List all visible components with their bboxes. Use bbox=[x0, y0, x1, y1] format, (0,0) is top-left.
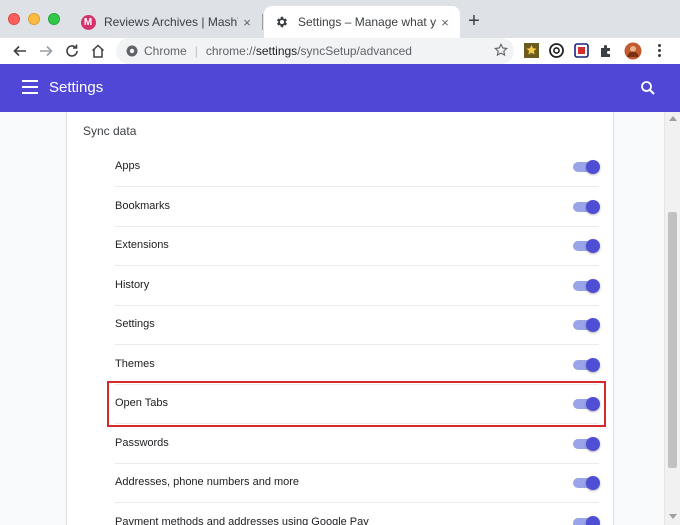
sync-item-label: Apps bbox=[115, 160, 141, 172]
omnibox-divider: | bbox=[194, 44, 198, 58]
browser-toolbar: Chrome | chrome://settings/syncSetup/adv… bbox=[0, 38, 680, 64]
tab-settings[interactable]: Settings – Manage what you sync × bbox=[264, 6, 460, 38]
mashtips-logo-icon: M bbox=[80, 14, 96, 30]
tab-strip: M Reviews Archives | MashTips × Settings… bbox=[0, 0, 680, 38]
extensions-puzzle-icon[interactable] bbox=[598, 42, 615, 59]
section-title: Sync data bbox=[83, 124, 137, 138]
bookmarks-toggle[interactable] bbox=[573, 200, 600, 214]
sync-item-label: History bbox=[115, 279, 150, 291]
apps-toggle[interactable] bbox=[573, 160, 600, 174]
sync-data-card: Sync data Apps Bookmarks Extensions Hist… bbox=[66, 112, 614, 525]
extension-star-icon[interactable] bbox=[523, 42, 540, 59]
close-tab-icon[interactable]: × bbox=[238, 15, 256, 30]
open-tabs-highlight-box bbox=[107, 381, 606, 427]
passwords-toggle[interactable] bbox=[573, 437, 600, 451]
chrome-logo-icon bbox=[126, 45, 138, 57]
new-tab-button[interactable]: + bbox=[462, 9, 486, 33]
tab-mashtips[interactable]: M Reviews Archives | MashTips × bbox=[70, 6, 262, 38]
tab-title: Reviews Archives | MashTips bbox=[104, 15, 238, 29]
history-toggle[interactable] bbox=[573, 279, 600, 293]
scroll-down-icon[interactable] bbox=[669, 514, 677, 519]
sync-item-label: Extensions bbox=[115, 239, 169, 251]
sync-item-label: Payment methods and addresses using Goog… bbox=[115, 516, 369, 525]
extensions-toggle[interactable] bbox=[573, 239, 600, 253]
reload-icon bbox=[66, 44, 78, 57]
sync-item-history: History bbox=[115, 266, 600, 306]
addresses-toggle[interactable] bbox=[573, 476, 600, 490]
sync-item-passwords: Passwords bbox=[115, 424, 600, 464]
sync-item-addresses: Addresses, phone numbers and more bbox=[115, 463, 600, 503]
minimize-window-button[interactable] bbox=[28, 13, 40, 25]
tab-title: Settings – Manage what you sync bbox=[298, 15, 436, 29]
sync-item-bookmarks: Bookmarks bbox=[115, 187, 600, 227]
forward-button[interactable] bbox=[36, 41, 56, 61]
avatar[interactable] bbox=[624, 42, 642, 60]
themes-toggle[interactable] bbox=[573, 358, 600, 372]
settings-app-bar: Settings bbox=[0, 64, 680, 112]
extension-circle-icon[interactable] bbox=[548, 42, 565, 59]
sync-item-apps: Apps bbox=[115, 147, 600, 187]
gear-icon bbox=[274, 14, 290, 30]
payment-methods-toggle[interactable] bbox=[573, 516, 600, 525]
extension-pocket-icon[interactable] bbox=[573, 42, 590, 59]
back-button[interactable] bbox=[10, 41, 30, 61]
scrollbar-thumb[interactable] bbox=[668, 212, 677, 468]
sync-item-label: Passwords bbox=[115, 437, 169, 449]
page-title: Settings bbox=[49, 79, 104, 96]
arrow-left-icon bbox=[13, 45, 26, 57]
home-icon bbox=[91, 44, 105, 58]
sync-item-label: Addresses, phone numbers and more bbox=[115, 476, 300, 488]
scroll-up-icon[interactable] bbox=[669, 116, 677, 121]
reload-button[interactable] bbox=[62, 41, 82, 61]
site-label: Chrome bbox=[144, 44, 187, 58]
tab-separator bbox=[262, 14, 263, 30]
home-button[interactable] bbox=[88, 41, 108, 61]
sync-item-payment-methods: Payment methods and addresses using Goog… bbox=[115, 503, 600, 525]
sync-item-extensions: Extensions bbox=[115, 226, 600, 266]
bookmark-star-icon[interactable] bbox=[494, 42, 508, 60]
sync-item-themes: Themes bbox=[115, 345, 600, 385]
close-window-button[interactable] bbox=[8, 13, 20, 25]
page-scrollbar[interactable] bbox=[664, 112, 680, 525]
sync-item-label: Themes bbox=[115, 358, 155, 370]
close-tab-icon[interactable]: × bbox=[436, 15, 454, 30]
more-options-icon[interactable] bbox=[651, 42, 668, 59]
settings-content: Sync data Apps Bookmarks Extensions Hist… bbox=[0, 112, 664, 525]
maximize-window-button[interactable] bbox=[48, 13, 60, 25]
search-icon[interactable] bbox=[640, 80, 658, 98]
sync-item-label: Settings bbox=[115, 318, 155, 330]
sync-item-label: Bookmarks bbox=[115, 200, 171, 212]
address-bar[interactable]: Chrome | chrome://settings/syncSetup/adv… bbox=[116, 38, 514, 64]
settings-toggle[interactable] bbox=[573, 318, 600, 332]
sync-item-settings: Settings bbox=[115, 305, 600, 345]
hamburger-menu-icon[interactable] bbox=[22, 80, 38, 94]
arrow-right-icon bbox=[40, 45, 53, 57]
url-text: chrome://settings/syncSetup/advanced bbox=[205, 44, 412, 58]
